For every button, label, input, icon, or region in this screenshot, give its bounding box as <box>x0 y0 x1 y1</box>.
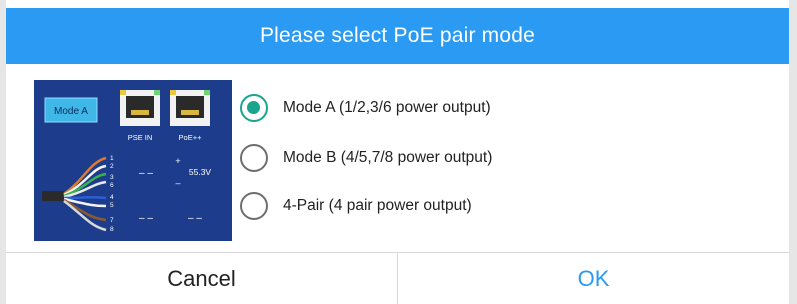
pin-number: 5 <box>110 202 114 209</box>
pin-number: 2 <box>110 163 114 170</box>
port-label-pse-in: PSE IN <box>128 133 153 142</box>
radio-mode-a-checked[interactable] <box>240 94 268 122</box>
pin-number: 6 <box>110 182 114 189</box>
poe-pair-mode-dialog: Please select PoE pair mode Mode A PSE I… <box>0 0 797 304</box>
cancel-button[interactable]: Cancel <box>6 253 398 304</box>
option-label-mode-b: Mode B (4/5,7/8 power output) <box>283 149 493 166</box>
radio-mode-b[interactable] <box>240 144 268 172</box>
poe-pair-4-value: – – <box>188 213 202 224</box>
dialog-title: Please select PoE pair mode <box>259 24 536 47</box>
ethernet-cable-icon <box>42 156 107 232</box>
poe-minus-sign: – <box>175 178 180 188</box>
poe-plus-sign: + <box>175 156 180 166</box>
pse-in-pair-4-value: – – <box>139 213 153 224</box>
ok-button[interactable]: OK <box>398 253 789 304</box>
poe-wiring-diagram: Mode A PSE IN PoE++ 1 2 3 6 4 5 7 8 – – … <box>34 80 232 241</box>
mode-badge-text: Mode A <box>54 106 88 117</box>
pin-number: 1 <box>110 155 114 162</box>
rj45-port-pse-in-icon <box>120 90 160 126</box>
pin-number: 4 <box>110 194 114 201</box>
pin-number: 8 <box>110 226 114 233</box>
dialog-title-bar: Please select PoE pair mode <box>6 8 789 64</box>
pse-in-pair-1-value: – – <box>139 168 153 179</box>
pin-number: 3 <box>110 174 114 181</box>
option-mode-b[interactable]: Mode B (4/5,7/8 power output) <box>240 136 760 180</box>
option-mode-a[interactable]: Mode A (1/2,3/6 power output) <box>240 86 760 130</box>
rj45-port-poe-icon <box>170 90 210 126</box>
option-label-mode-a: Mode A (1/2,3/6 power output) <box>283 99 491 116</box>
dialog-button-bar: Cancel OK <box>6 252 789 304</box>
radio-4-pair[interactable] <box>240 192 268 220</box>
option-4-pair[interactable]: 4-Pair (4 pair power output) <box>240 184 760 228</box>
port-label-poe: PoE++ <box>179 133 203 142</box>
poe-voltage: 55.3V <box>189 167 212 177</box>
pin-number: 7 <box>110 217 114 224</box>
option-label-4-pair: 4-Pair (4 pair power output) <box>283 197 472 214</box>
right-backdrop-edge <box>789 0 797 304</box>
